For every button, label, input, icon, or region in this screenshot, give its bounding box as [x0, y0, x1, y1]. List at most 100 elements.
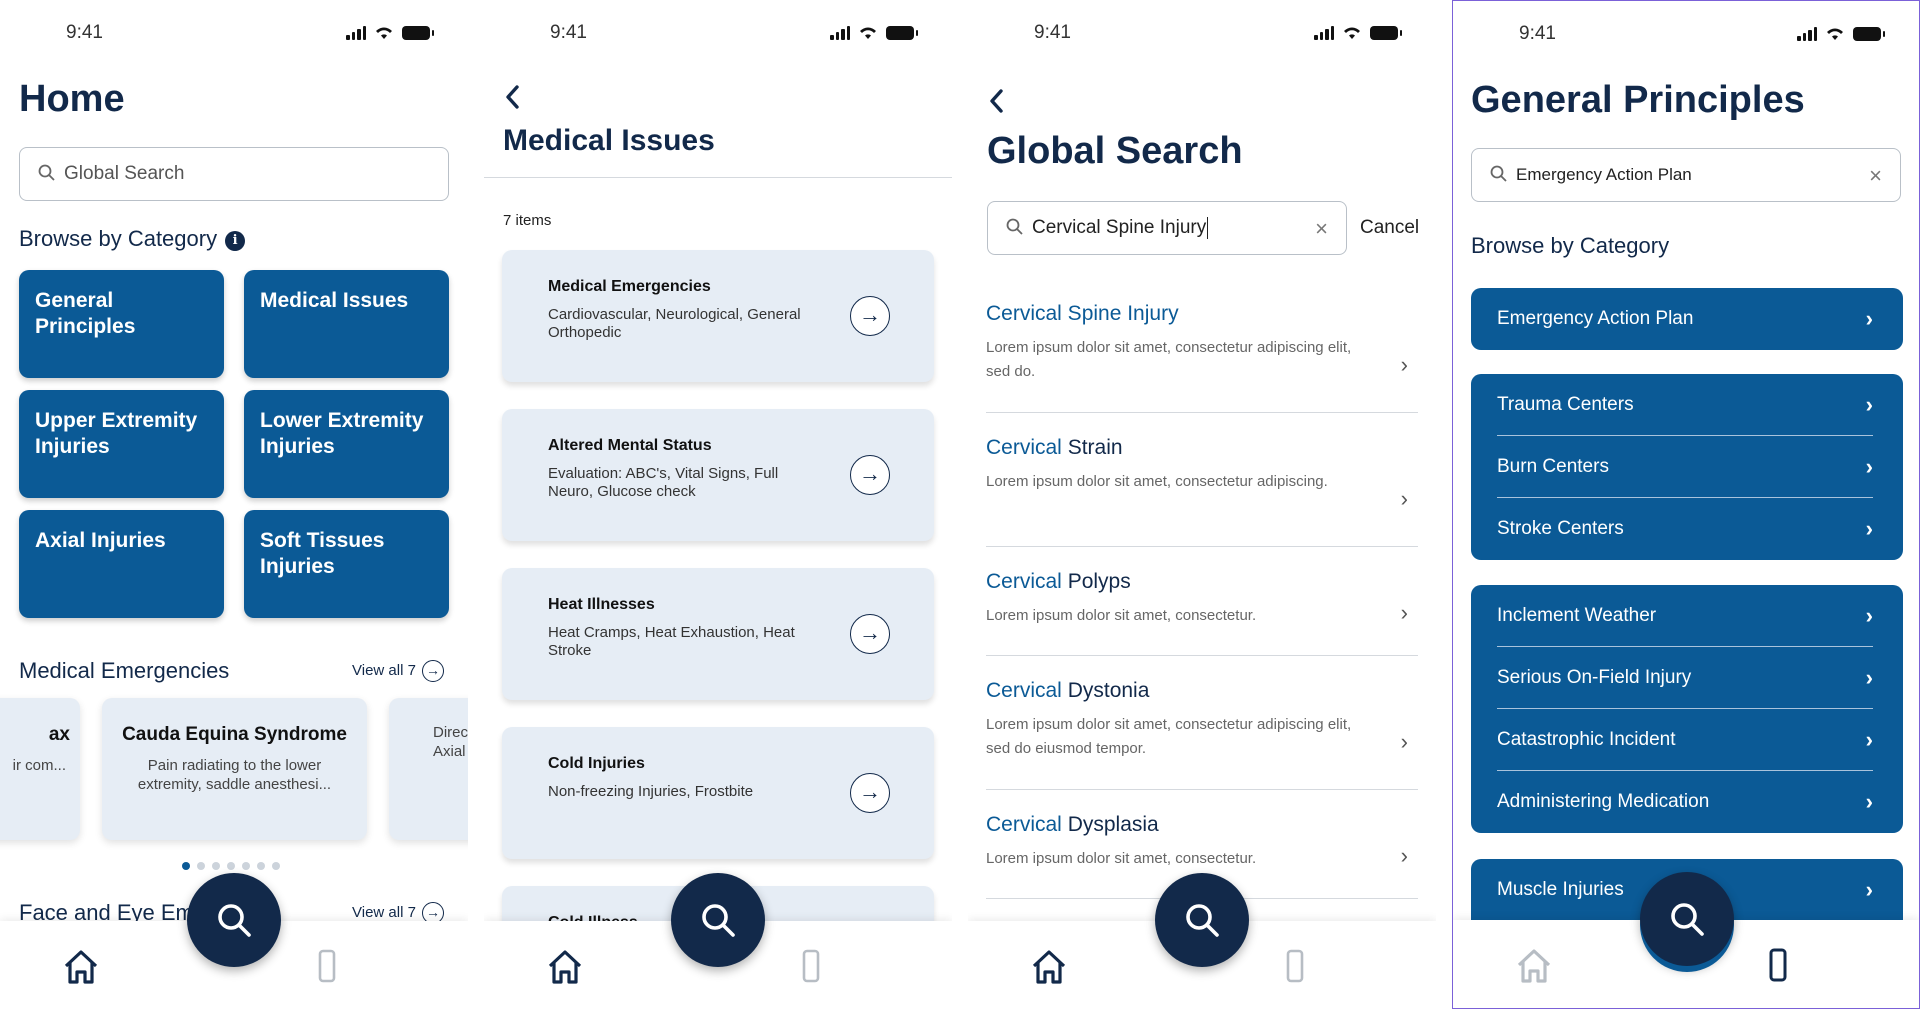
- view-all-label: View all 7: [352, 904, 416, 921]
- list-item[interactable]: Altered Mental Status Evaluation: ABC's,…: [502, 409, 934, 541]
- device-icon[interactable]: [1769, 948, 1787, 982]
- emergency-card[interactable]: ax ir com...: [0, 698, 80, 840]
- chevron-right-icon: ›: [1400, 600, 1408, 625]
- back-chevron-icon[interactable]: [988, 88, 1004, 114]
- chevron-right-icon: ›: [1865, 665, 1873, 690]
- carousel-dots[interactable]: [182, 862, 280, 870]
- clear-icon[interactable]: ×: [1869, 163, 1882, 189]
- search-icon: [218, 904, 251, 937]
- medical-issues-screen: 9:41 Medical Issues 7 items Medical Emer…: [484, 0, 952, 1009]
- category-soft-tissues[interactable]: Soft Tissues Injuries: [244, 510, 449, 618]
- category-label: Serious On-Field Injury: [1497, 667, 1692, 688]
- search-icon: [1671, 903, 1704, 936]
- search-placeholder: Global Search: [64, 163, 185, 184]
- category-row[interactable]: Burn Centers ›: [1497, 436, 1873, 498]
- search-fab[interactable]: [187, 873, 281, 967]
- chevron-right-icon: ›: [1865, 306, 1873, 331]
- category-row[interactable]: Inclement Weather ›: [1497, 585, 1873, 647]
- category-row[interactable]: Administering Medication ›: [1497, 771, 1873, 833]
- device-icon[interactable]: [1286, 949, 1304, 983]
- search-fab[interactable]: [1155, 873, 1249, 967]
- arrow-right-icon[interactable]: →: [850, 773, 890, 813]
- clear-icon[interactable]: ×: [1315, 216, 1328, 242]
- search-input[interactable]: Cervical Spine Injury ×: [987, 201, 1347, 255]
- cancel-button[interactable]: Cancel: [1360, 217, 1419, 239]
- status-time: 9:41: [66, 22, 103, 43]
- view-all-label: View all 7: [352, 662, 416, 679]
- signal-icon: [830, 26, 850, 40]
- category-general-principles[interactable]: General Principles: [19, 270, 224, 378]
- search-result[interactable]: Cervical Strain Lorem ipsum dolor sit am…: [986, 436, 1418, 547]
- emergency-card[interactable]: Cauda Equina Syndrome Pain radiating to …: [102, 698, 367, 840]
- search-fab[interactable]: [671, 873, 765, 967]
- search-result[interactable]: Cervical Polyps Lorem ipsum dolor sit am…: [986, 570, 1418, 656]
- card-desc: ir com...: [12, 756, 66, 774]
- category-row[interactable]: Trauma Centers ›: [1497, 374, 1873, 436]
- result-rest: Dysplasia: [1061, 813, 1159, 836]
- search-icon: [38, 164, 55, 181]
- status-bar: 9:41: [1453, 23, 1919, 47]
- global-search-input[interactable]: Global Search: [19, 147, 449, 201]
- search-input[interactable]: Emergency Action Plan ×: [1471, 148, 1901, 202]
- status-time: 9:41: [550, 22, 587, 43]
- device-icon[interactable]: [318, 949, 336, 983]
- category-group: Inclement Weather › Serious On-Field Inju…: [1471, 585, 1903, 833]
- search-fab[interactable]: [1640, 872, 1734, 966]
- category-medical-issues[interactable]: Medical Issues: [244, 270, 449, 378]
- category-row[interactable]: Catastrophic Incident ›: [1497, 709, 1873, 771]
- item-count: 7 items: [503, 212, 552, 229]
- search-result[interactable]: Cervical Spine Injury Lorem ipsum dolor …: [986, 302, 1418, 413]
- status-bar: 9:41: [0, 22, 468, 46]
- category-lower-extremity[interactable]: Lower Extremity Injuries: [244, 390, 449, 498]
- page-title: General Principles: [1471, 79, 1805, 121]
- view-all-link[interactable]: View all 7 →: [352, 660, 444, 682]
- item-desc: Heat Cramps, Heat Exhaustion, Heat Strok…: [548, 624, 795, 659]
- home-icon[interactable]: [1030, 949, 1068, 985]
- result-title: Cervical Strain: [986, 436, 1418, 460]
- category-label: Stroke Centers: [1497, 518, 1624, 539]
- home-icon[interactable]: [62, 949, 100, 985]
- category-row[interactable]: Emergency Action Plan ›: [1497, 288, 1873, 350]
- list-item[interactable]: Heat Illnesses Heat Cramps, Heat Exhaust…: [502, 568, 934, 700]
- chevron-right-icon: ›: [1865, 454, 1873, 479]
- emergency-card[interactable]: Direc Axial I: [389, 698, 468, 840]
- result-match: Cervical: [986, 570, 1062, 593]
- result-desc: Lorem ipsum dolor sit amet, consectetur …: [986, 339, 1352, 380]
- arrow-right-icon[interactable]: →: [850, 296, 890, 336]
- device-icon[interactable]: [802, 949, 820, 983]
- item-title: Heat Illnesses: [548, 596, 655, 613]
- battery-icon: [1853, 27, 1885, 41]
- arrow-right-icon: →: [421, 660, 444, 682]
- info-icon[interactable]: i: [225, 231, 246, 251]
- category-row[interactable]: Stroke Centers ›: [1497, 498, 1873, 560]
- chevron-right-icon: ›: [1400, 729, 1408, 754]
- category-axial-injuries[interactable]: Axial Injuries: [19, 510, 224, 618]
- card-desc: Pain radiating to the lower extremity, s…: [137, 756, 332, 793]
- wifi-icon: [860, 27, 876, 39]
- category-row[interactable]: Serious On-Field Injury ›: [1497, 647, 1873, 709]
- search-result[interactable]: Cervical Dystonia Lorem ipsum dolor sit …: [986, 679, 1418, 790]
- list-item[interactable]: Medical Emergencies Cardiovascular, Neur…: [502, 250, 934, 382]
- status-bar: 9:41: [484, 22, 952, 46]
- category-label: Muscle Injuries: [1497, 879, 1624, 900]
- browse-heading-label: Browse by Category: [19, 226, 218, 251]
- chevron-right-icon: ›: [1865, 392, 1873, 417]
- arrow-right-icon[interactable]: →: [850, 614, 890, 654]
- status-time: 9:41: [1519, 23, 1556, 44]
- chevron-right-icon: ›: [1400, 352, 1408, 377]
- arrow-right-icon[interactable]: →: [850, 455, 890, 495]
- result-rest: Polyps: [1061, 570, 1131, 593]
- category-upper-extremity[interactable]: Upper Extremity Injuries: [19, 390, 224, 498]
- home-icon[interactable]: [546, 949, 584, 985]
- status-bar: 9:41: [968, 22, 1436, 46]
- home-icon[interactable]: [1515, 948, 1553, 984]
- result-match: Cervical Spine Injury: [986, 302, 1179, 325]
- category-label: Trauma Centers: [1497, 394, 1634, 415]
- list-item[interactable]: Cold Injuries Non-freezing Injuries, Fro…: [502, 727, 934, 859]
- divider: [484, 177, 952, 178]
- chevron-right-icon: ›: [1865, 727, 1873, 752]
- text-cursor: [1207, 217, 1209, 239]
- chevron-right-icon: ›: [1865, 877, 1873, 902]
- wifi-icon: [1827, 28, 1843, 40]
- back-chevron-icon[interactable]: [504, 84, 520, 110]
